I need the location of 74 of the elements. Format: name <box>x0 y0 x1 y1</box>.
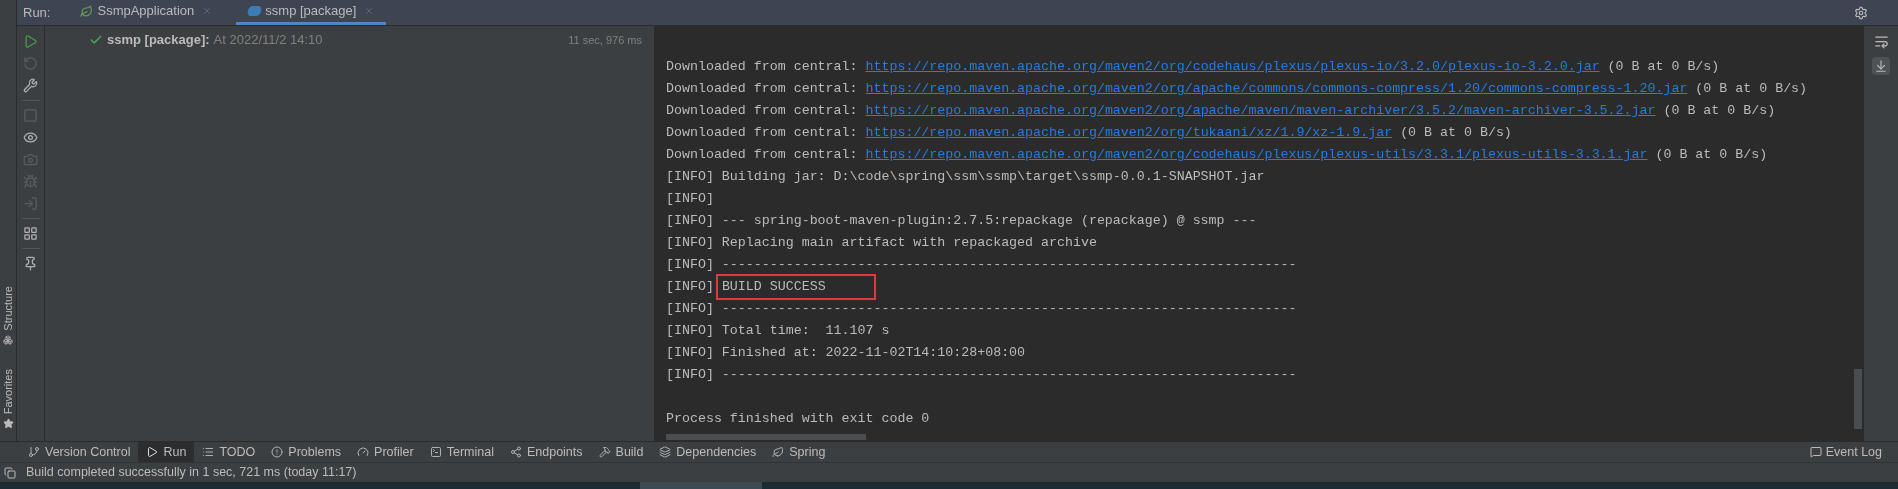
alert-icon <box>271 446 284 458</box>
tree-item-detail: At 2022/11/2 14:10 <box>213 31 323 50</box>
tool-window-tab[interactable]: Spring <box>764 442 834 462</box>
console-line: Downloaded from central: https://repo.maven.apache.org/maven2/org/codehaus/plexus/plexus-utils/3.3.1/plexus-utils-3.3.1.jar (0 B at 0 B/s) <box>666 146 1769 164</box>
leaf-icon <box>80 4 94 18</box>
console-line: Downloaded from central: https://repo.maven.apache.org/maven2/org/apache/commons/commons-compress/1.20/commons-compress-1.20.jar (0 B at 0 B/s) <box>666 80 1809 98</box>
run-label: Run: <box>22 3 52 22</box>
side-tab[interactable]: Favorites <box>0 368 17 414</box>
play-icon <box>146 446 159 458</box>
wrap-icon[interactable] <box>1873 34 1889 49</box>
console-line: [INFO] <box>666 190 714 208</box>
tool-window-tab[interactable]: TODO <box>194 442 264 462</box>
bug-icon[interactable] <box>23 174 38 189</box>
console-line: Downloaded from central: https://repo.maven.apache.org/maven2/org/codehaus/plexus/plexus-io/3.2.0/plexus-io-3.2.0.jar (0 B at 0 B/s) <box>666 58 1721 76</box>
download-link[interactable]: https://repo.maven.apache.org/maven2/org/apache/commons/commons-compress/1.20/commons-compress-1.20.jar <box>865 81 1688 96</box>
console-line: [INFO] Finished at: 2022-11-02T14:10:28+08:00 <box>666 344 1026 362</box>
leaf-icon <box>772 446 785 458</box>
eye-icon[interactable] <box>23 130 38 145</box>
gauge-icon <box>357 446 370 458</box>
log-tag: [INFO] <box>666 276 714 298</box>
branch-icon <box>28 446 40 458</box>
tree-item[interactable]: ssmp [package]: <box>107 30 210 50</box>
camera-icon[interactable] <box>23 152 38 167</box>
side-tab[interactable]: Structure <box>0 286 17 331</box>
status-message: Build completed successfully in 1 sec, 721 ms (today 11:17) <box>26 464 357 482</box>
tool-window-tab[interactable]: Run <box>138 442 195 462</box>
terminal-icon <box>429 446 442 458</box>
console-line: [INFO] ------------------------------------------------------------------------ <box>666 256 1297 274</box>
nodes-icon <box>509 446 522 458</box>
tool-window-tab[interactable]: Profiler <box>349 442 422 462</box>
console-line: [INFO] Building jar: D:\code\spring\ssm\ssmp\target\ssmp-0.0.1-SNAPSHOT.jar <box>666 168 1265 186</box>
panel-icon[interactable] <box>4 466 16 479</box>
arrow-down-icon <box>1874 59 1888 73</box>
tool-window-tab[interactable]: Problems <box>263 442 350 462</box>
tool-window-tab[interactable]: Endpoints <box>501 442 591 462</box>
close-icon[interactable] <box>364 6 375 16</box>
download-link[interactable]: https://repo.maven.apache.org/maven2/org/apache/maven/maven-archiver/3.5.2/maven-archiver-3.5.2.jar <box>865 103 1656 118</box>
rerun-icon[interactable] <box>23 56 38 71</box>
tab-label: SsmpApplication <box>97 2 195 21</box>
console-line: Process finished with exit code 0 <box>666 410 931 428</box>
vertical-scrollbar[interactable] <box>1854 369 1862 429</box>
event-log-button[interactable]: Event Log <box>1809 442 1890 462</box>
console-line: [INFO] --- spring-boot-maven-plugin:2.7.5:repackage (repackage) @ ssmp --- <box>666 212 1257 230</box>
tool-window-tab[interactable]: Terminal <box>421 442 502 462</box>
star-icon <box>2 418 14 429</box>
layers-icon <box>659 446 672 458</box>
download-link[interactable]: https://repo.maven.apache.org/maven2/org/codehaus/plexus/plexus-io/3.2.0/plexus-io-3.2.0.jar <box>865 59 1600 74</box>
layout-icon[interactable] <box>23 226 38 241</box>
wrench-icon[interactable] <box>23 78 38 93</box>
pin-icon[interactable] <box>23 256 38 271</box>
tool-window-tab[interactable]: Dependencies <box>651 442 765 462</box>
console-line: Downloaded from central: https://repo.maven.apache.org/maven2/org/tukaani/xz/1.9/xz-1.9.jar (0 B at 0 B/s) <box>666 124 1513 142</box>
config-tab[interactable]: SsmpApplication <box>68 0 225 25</box>
play-icon[interactable] <box>23 34 38 49</box>
highlighted-message: BUILD SUCCESS <box>715 274 876 300</box>
close-icon[interactable] <box>202 6 213 16</box>
console-line: [INFO] Replacing main artifact with repackaged archive <box>666 234 1097 252</box>
settings-icon[interactable] <box>1854 5 1868 20</box>
tool-window-tab[interactable]: Build <box>590 442 652 462</box>
console-line: [INFO] ------------------------------------------------------------------------ <box>666 366 1297 384</box>
list-icon <box>202 446 215 458</box>
console-line: [INFO] Total time: 11.107 s <box>666 322 890 340</box>
console-line: [INFO] ------------------------------------------------------------------------ <box>666 300 1297 318</box>
tool-window-tab[interactable]: Version Control <box>20 442 139 462</box>
hammer-icon <box>598 446 611 458</box>
download-link[interactable]: https://repo.maven.apache.org/maven2/org/tukaani/xz/1.9/xz-1.9.jar <box>865 125 1393 140</box>
console-line: Downloaded from central: https://repo.maven.apache.org/maven2/org/apache/maven/maven-archiver/3.5.2/maven-archiver-3.5.2.jar (0 B at 0 B/s) <box>666 102 1777 120</box>
message-icon <box>1809 446 1822 458</box>
download-link[interactable]: https://repo.maven.apache.org/maven2/org/codehaus/plexus/plexus-utils/3.3.1/plexus-utils-3.3.1.jar <box>865 147 1648 162</box>
duration: 11 sec, 976 ms <box>568 32 642 48</box>
tab-label: ssmp [package] <box>265 2 357 21</box>
import-icon[interactable] <box>23 196 38 211</box>
horizontal-scrollbar[interactable] <box>666 434 866 440</box>
scroll-end-button[interactable] <box>1872 57 1890 75</box>
